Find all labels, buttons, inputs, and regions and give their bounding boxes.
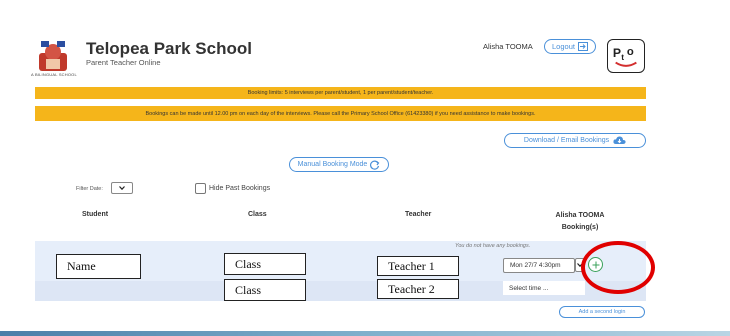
no-bookings-message: You do not have any bookings.: [455, 243, 531, 249]
class-cell: Class: [224, 253, 306, 275]
booking-notice-banner: Bookings can be made until 12.00 pm on e…: [35, 106, 646, 121]
teacher-column-header: Teacher: [405, 211, 432, 218]
logout-button[interactable]: Logout: [544, 39, 596, 54]
manual-mode-label: Manual Booking Mode: [297, 161, 368, 168]
svg-text:P: P: [613, 46, 621, 60]
cloud-download-icon: [613, 136, 626, 144]
teacher-cell: Teacher 2: [377, 279, 459, 299]
school-name: Telopea Park School: [86, 39, 252, 58]
highlight-circle: [581, 241, 655, 294]
filter-date-label: Filter Date:: [76, 186, 103, 192]
hide-past-bookings-label: Hide Past Bookings: [209, 185, 271, 192]
school-crest-logo: [39, 41, 67, 71]
app-subtitle: Parent Teacher Online: [86, 58, 161, 67]
booking-time-select[interactable]: Select time ...: [503, 281, 585, 295]
filter-date-select[interactable]: [111, 182, 133, 194]
teacher-cell: Teacher 1: [377, 256, 459, 276]
manual-booking-mode-button[interactable]: Manual Booking Mode: [289, 157, 389, 172]
svg-text:t: t: [621, 52, 624, 62]
student-name-cell: Name: [56, 254, 141, 279]
logo-caption: A BILINGUAL SCHOOL: [31, 72, 77, 77]
hide-past-bookings-checkbox[interactable]: [195, 183, 206, 194]
booking-time-select[interactable]: Mon 27/7 4:30pm: [503, 258, 575, 273]
logout-label: Logout: [552, 42, 575, 51]
chevron-down-icon: [119, 186, 125, 190]
class-cell: Class: [224, 279, 306, 301]
download-email-button[interactable]: Download / Email Bookings: [504, 133, 646, 148]
logout-icon: [577, 42, 588, 51]
booking-column-header: Alisha TOOMA Booking(s): [555, 212, 605, 231]
bottom-divider: [0, 331, 730, 336]
student-column-header: Student: [82, 211, 109, 218]
class-column-header: Class: [248, 211, 267, 218]
user-name: Alisha TOOMA: [483, 42, 533, 51]
add-second-login-button[interactable]: Add a second login: [559, 306, 645, 318]
pto-logo: P t o: [607, 39, 645, 73]
booking-limits-banner: Booking limits: 5 interviews per parent/…: [35, 87, 646, 99]
refresh-icon: [370, 160, 380, 170]
download-label: Download / Email Bookings: [523, 137, 610, 144]
svg-text:o: o: [627, 46, 634, 58]
